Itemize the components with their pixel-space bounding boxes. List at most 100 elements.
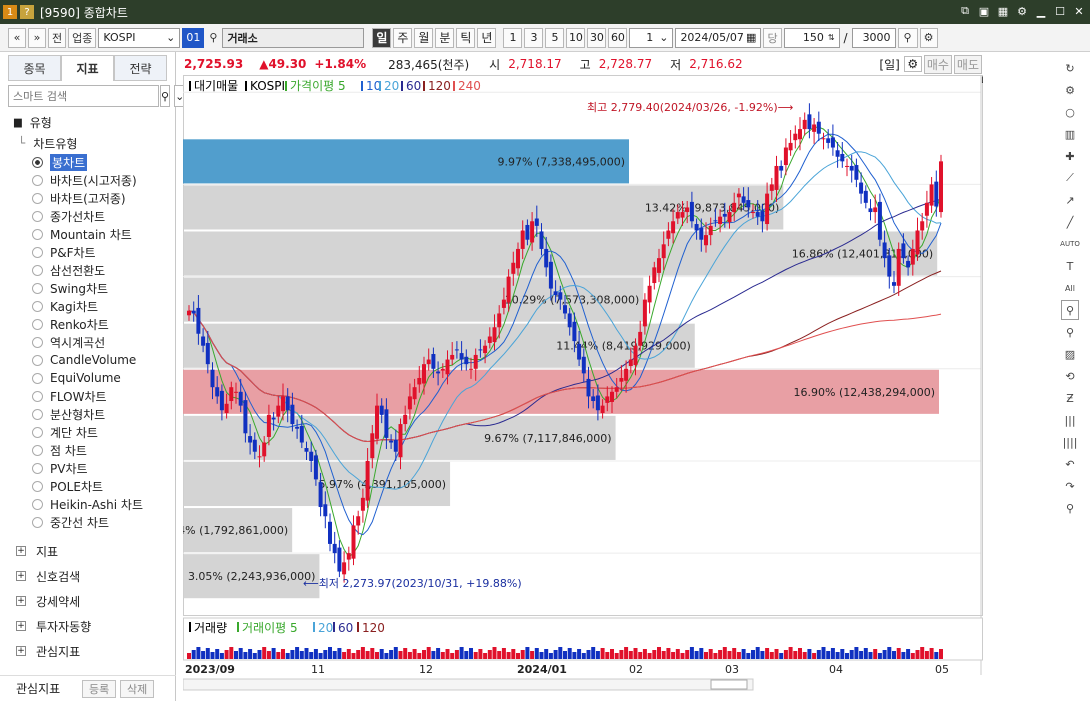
radio-icon[interactable] (32, 426, 43, 438)
chart-type-item[interactable]: Renko차트 (32, 315, 175, 333)
radio-icon[interactable] (32, 282, 43, 294)
tab-weekly[interactable]: 주 (393, 27, 413, 48)
chart-type-item[interactable]: 종가선차트 (32, 207, 175, 225)
maximize-icon[interactable]: ☐ (1053, 3, 1067, 19)
calendar-icon[interactable]: ▦ (746, 31, 756, 44)
chart-type-item[interactable]: Swing차트 (32, 279, 175, 297)
all-button[interactable]: 전 (48, 27, 67, 48)
chart-type-item[interactable]: 바차트(고저종) (32, 189, 175, 207)
zigzag-icon[interactable]: Ƶ (1061, 388, 1079, 408)
crosshair-icon[interactable]: ✚ (1061, 146, 1079, 166)
folder-signal-search[interactable]: + 신호검색 (16, 565, 80, 587)
chart-type-item[interactable]: Mountain 차트 (32, 225, 175, 243)
line-icon[interactable]: ╱ (1061, 212, 1079, 232)
settings-icon[interactable]: ⚙ (919, 27, 938, 48)
interval-3[interactable]: 3 (524, 27, 544, 48)
tab-minute[interactable]: 분 (435, 27, 455, 48)
folder-investor[interactable]: + 투자자동향 (16, 615, 91, 637)
interval-10[interactable]: 10 (566, 27, 586, 48)
tab-daily[interactable]: 일 (372, 27, 392, 48)
search-icon[interactable]: ⚲ (160, 85, 171, 107)
minimize-icon[interactable]: ▁ (1034, 3, 1048, 19)
gear-icon[interactable]: ⚙ (903, 56, 922, 72)
radio-icon[interactable] (32, 408, 43, 420)
tab-tick[interactable]: 틱 (456, 27, 476, 48)
menu-button[interactable]: » (28, 27, 46, 48)
close-icon[interactable]: ✕ (1072, 3, 1086, 19)
chart-type-item[interactable]: P&F차트 (32, 243, 175, 261)
radio-icon[interactable] (32, 390, 43, 402)
date-field[interactable]: 2024/05/07 ▦ (675, 27, 762, 48)
chart-type-item[interactable]: PV차트 (32, 459, 175, 477)
undo-icon[interactable]: ↶ (1061, 454, 1079, 474)
search-icon[interactable]: ⚲ (206, 28, 220, 48)
chart-type-item[interactable]: 분산형차트 (32, 405, 175, 423)
radio-icon[interactable] (32, 174, 43, 186)
register-button[interactable]: 등록 (82, 679, 117, 698)
chart-type-item[interactable]: CandleVolume (32, 351, 175, 369)
chart-type-item[interactable]: 역시계곡선 (32, 333, 175, 351)
bars2-icon[interactable]: |||| (1061, 432, 1079, 452)
price-chart[interactable]: 2,800.002,700.002,600.002,500.002,400.00… (183, 75, 983, 692)
tab-stock[interactable]: 종목 (8, 55, 61, 81)
tab-indicator[interactable]: 지표 (61, 55, 114, 81)
auto-icon[interactable]: AUTO (1060, 234, 1080, 254)
radio-icon[interactable] (32, 192, 43, 204)
radio-icon[interactable] (32, 354, 43, 366)
interval-1[interactable]: 1 (503, 27, 523, 48)
chart-type-item[interactable]: Heikin-Ashi 차트 (32, 495, 175, 513)
chart-type-item[interactable]: Kagi차트 (32, 297, 175, 315)
radio-icon[interactable] (32, 156, 43, 168)
gear-icon[interactable]: ⚙ (1015, 3, 1029, 19)
radio-icon[interactable] (32, 210, 43, 222)
folder-favorites[interactable]: + 관심지표 (16, 640, 80, 662)
interval-30[interactable]: 30 (587, 27, 607, 48)
stepper-icon[interactable]: ⇅ (828, 33, 835, 42)
prev-button[interactable]: « (8, 27, 26, 48)
radio-icon[interactable] (32, 498, 43, 510)
image-icon[interactable]: ▦ (996, 3, 1010, 19)
interval-5[interactable]: 5 (545, 27, 565, 48)
circle-icon[interactable]: ○ (1061, 102, 1079, 122)
total-field[interactable]: 3000 (851, 27, 896, 48)
folder-strength[interactable]: + 강세약세 (16, 590, 80, 612)
redo-icon[interactable]: ↷ (1061, 476, 1079, 496)
radio-icon[interactable] (32, 336, 43, 348)
buy-button[interactable]: 매수 (923, 54, 952, 74)
magnifier-icon[interactable]: ⚲ (1061, 498, 1079, 518)
interval-60[interactable]: 60 (608, 27, 628, 48)
radio-icon[interactable] (32, 246, 43, 258)
chart-type-item[interactable]: POLE차트 (32, 477, 175, 495)
qty-field[interactable]: 150 ⇅ (783, 27, 840, 48)
zoom-out-icon[interactable]: ⚲ (1061, 322, 1079, 342)
radio-icon[interactable] (32, 228, 43, 240)
industry-button[interactable]: 업종 (68, 27, 97, 48)
code-badge[interactable]: 01 (182, 27, 205, 48)
chart-type-item[interactable]: 계단 차트 (32, 423, 175, 441)
radio-icon[interactable] (32, 318, 43, 330)
all-icon[interactable]: All (1061, 278, 1079, 298)
bars-icon[interactable]: ||| (1061, 410, 1079, 430)
radio-icon[interactable] (32, 372, 43, 384)
chart-type-item[interactable]: FLOW차트 (32, 387, 175, 405)
radio-icon[interactable] (32, 300, 43, 312)
radio-icon[interactable] (32, 516, 43, 528)
chart-type-item[interactable]: 중간선 차트 (32, 513, 175, 531)
chart-type-item[interactable]: 바차트(시고저종) (32, 171, 175, 189)
tab-yearly[interactable]: 년 (477, 27, 497, 48)
text-icon[interactable]: T (1061, 256, 1079, 276)
sell-button[interactable]: 매도 (953, 54, 982, 74)
count-select[interactable]: 1 ⌄ (629, 27, 674, 48)
cycle-icon[interactable]: ⟲ (1061, 366, 1079, 386)
ray-icon[interactable]: ↗ (1061, 190, 1079, 210)
link-icon[interactable]: ⧉ (958, 3, 972, 19)
folder-type[interactable]: ▆ 유형 (14, 111, 175, 133)
pattern-icon[interactable]: ▨ (1061, 344, 1079, 364)
folder-indicators[interactable]: + 지표 (16, 540, 58, 562)
chart-type-item[interactable]: 점 차트 (32, 441, 175, 459)
exchange-field[interactable]: 거래소 (222, 27, 365, 48)
radio-icon[interactable] (32, 480, 43, 492)
radio-icon[interactable] (32, 444, 43, 456)
radio-icon[interactable] (32, 264, 43, 276)
radio-icon[interactable] (32, 462, 43, 474)
